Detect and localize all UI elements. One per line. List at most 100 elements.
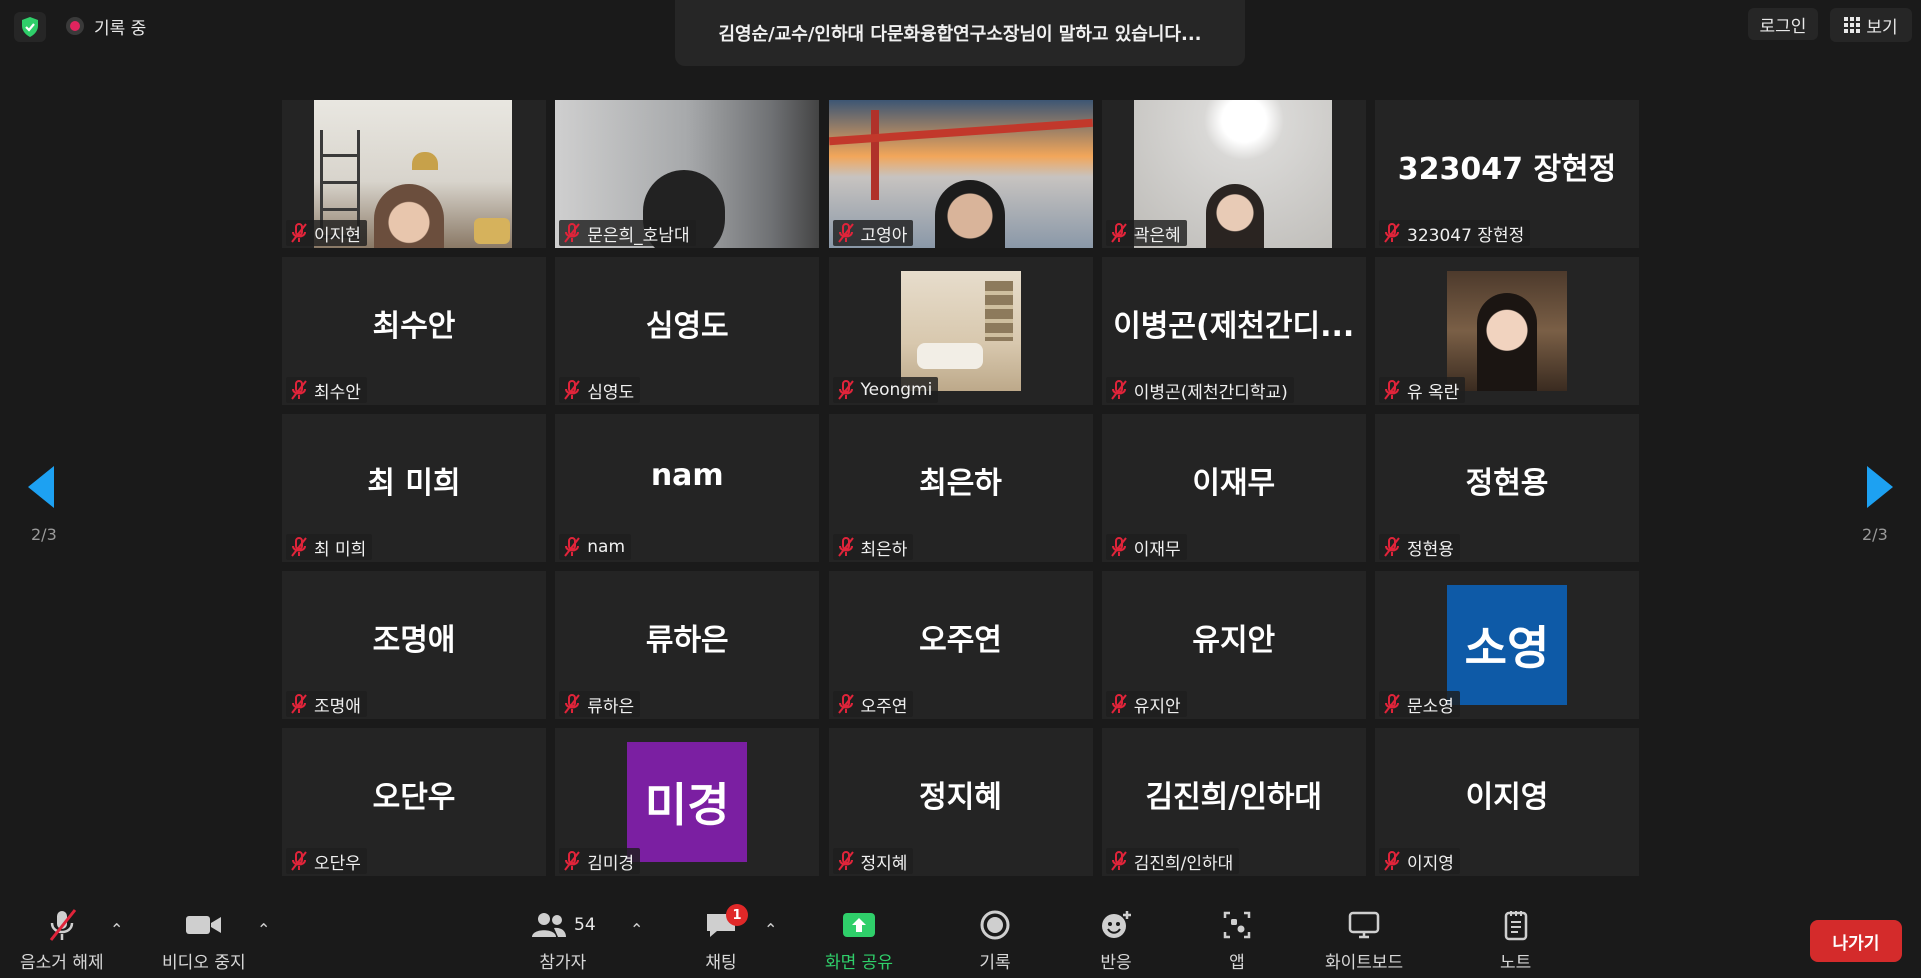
participant-tile[interactable]: 오단우 오단우	[282, 728, 546, 876]
share-screen-button[interactable]: 화면 공유	[825, 908, 893, 973]
participant-name: 최 미희	[314, 539, 367, 560]
page-indicator-right: 2/3	[1862, 525, 1888, 544]
participant-tile[interactable]: 김진희/인하대 김진희/인하대	[1101, 728, 1366, 876]
participant-tile[interactable]: 문은희_호남대	[555, 100, 820, 248]
muted-mic-icon	[837, 694, 854, 714]
participant-tile[interactable]: 고영아	[828, 100, 1093, 248]
unmute-button[interactable]: 음소거 해제	[20, 908, 104, 973]
muted-mic-icon	[1110, 851, 1127, 871]
participant-display-name: 류하은	[645, 623, 729, 658]
participant-tile[interactable]: 정현용 정현용	[1375, 414, 1639, 562]
participant-tile[interactable]: 최 미희 최 미희	[282, 414, 546, 562]
video-options-chevron-up-icon[interactable]: ⌃	[257, 920, 270, 939]
chat-unread-badge: 1	[726, 904, 748, 926]
recording-label: 기록 중	[94, 18, 147, 39]
muted-mic-icon	[837, 223, 854, 243]
leave-meeting-button[interactable]: 나가기	[1810, 920, 1902, 962]
apps-button[interactable]: 앱	[1222, 908, 1252, 973]
participant-name-tag: nam	[559, 534, 632, 560]
participant-name: 이지영	[1407, 853, 1454, 874]
participant-name: 유 옥란	[1407, 382, 1460, 403]
muted-mic-icon	[1110, 694, 1127, 714]
whiteboard-button[interactable]: 화이트보드	[1325, 908, 1403, 973]
view-button[interactable]: 보기	[1830, 8, 1912, 42]
participant-tile[interactable]: Yeongmi	[828, 257, 1093, 405]
participant-name: 곽은혜	[1133, 225, 1181, 246]
participant-name-tag: 최은하	[832, 534, 914, 560]
participant-display-name: 이병곤(제천간디...	[1113, 309, 1355, 344]
participant-name: 정현용	[1407, 539, 1454, 560]
participant-name-tag: 정지혜	[832, 848, 914, 874]
participant-name: 김진희/인하대	[1133, 853, 1234, 874]
muted-mic-icon	[837, 380, 854, 400]
participant-name-tag: 류하은	[559, 691, 641, 717]
participant-tile[interactable]: 류하은 류하은	[555, 571, 820, 719]
muted-mic-icon	[1384, 851, 1400, 871]
participant-tile[interactable]: 정지혜 정지혜	[828, 728, 1093, 876]
participant-tile[interactable]: 이지현	[282, 100, 546, 248]
participant-tile[interactable]: 미경 김미경	[555, 728, 820, 876]
participant-name-tag: 이병곤(제천간디학교)	[1105, 377, 1294, 403]
muted-mic-icon	[564, 223, 581, 243]
recording-indicator[interactable]: 기록 중	[66, 12, 146, 40]
participant-name-tag: 유지안	[1105, 691, 1187, 717]
participant-tile[interactable]: 유지안 유지안	[1101, 571, 1366, 719]
participant-tile[interactable]: 심영도 심영도	[555, 257, 820, 405]
profile-photo	[900, 271, 1021, 391]
participant-tile[interactable]: 곽은혜	[1101, 100, 1366, 248]
participant-tile[interactable]: 323047 장현정 323047 장현정	[1375, 100, 1639, 248]
participant-name-tag: 최 미희	[286, 534, 373, 560]
participant-display-name: 이지영	[1465, 780, 1549, 815]
reactions-button[interactable]: 반응	[1099, 908, 1133, 973]
next-page-arrow-icon[interactable]	[1867, 466, 1893, 508]
participant-name: 심영도	[587, 382, 635, 403]
participant-tile[interactable]: 최수안 최수안	[282, 257, 546, 405]
chat-icon-wrap: 1	[704, 904, 748, 942]
participant-name: 문은희_호남대	[587, 225, 690, 246]
participant-name: 323047 장현정	[1407, 225, 1525, 246]
login-button[interactable]: 로그인	[1748, 8, 1818, 40]
participants-label: 참가자	[539, 953, 587, 973]
participant-tile[interactable]: 조명애 조명애	[282, 571, 546, 719]
participant-tile[interactable]: 최은하 최은하	[828, 414, 1093, 562]
audio-options-chevron-up-icon[interactable]: ⌃	[110, 920, 123, 939]
participant-display-name: 최은하	[919, 466, 1002, 501]
participant-display-name: 조명애	[372, 623, 456, 658]
participant-name-tag: 김미경	[559, 848, 641, 874]
participant-tile[interactable]: 소영 문소영	[1375, 571, 1639, 719]
previous-page-arrow-icon[interactable]	[28, 466, 54, 508]
participant-name-tag: 323047 장현정	[1379, 220, 1531, 246]
participants-button[interactable]: 54 참가자	[530, 908, 596, 973]
participant-name: 최은하	[860, 539, 908, 560]
participant-name: 오주연	[860, 696, 908, 717]
security-shield-icon[interactable]	[14, 12, 46, 42]
page-indicator-left: 2/3	[31, 525, 57, 544]
record-label: 기록	[979, 953, 1011, 973]
participant-name: 류하은	[587, 696, 635, 717]
participant-name-tag: 고영아	[832, 220, 914, 246]
muted-mic-icon	[1384, 694, 1400, 714]
participant-display-name: nam	[650, 458, 724, 493]
stop-video-button[interactable]: 비디오 중지	[162, 908, 246, 973]
participant-tile[interactable]: 이지영 이지영	[1375, 728, 1639, 876]
notes-icon	[1502, 908, 1530, 942]
participant-tile[interactable]: 이병곤(제천간디... 이병곤(제천간디학교)	[1101, 257, 1366, 405]
participant-tile[interactable]: 이재무 이재무	[1101, 414, 1366, 562]
participants-icon-group: 54	[530, 908, 596, 942]
notes-button[interactable]: 노트	[1500, 908, 1531, 973]
muted-microphone-icon	[45, 908, 79, 942]
participant-tile[interactable]: 유 옥란	[1375, 257, 1639, 405]
chat-button[interactable]: 1 채팅	[704, 904, 748, 973]
participant-tile[interactable]: 오주연 오주연	[828, 571, 1093, 719]
participant-name: 고영아	[860, 225, 908, 246]
participant-tile[interactable]: nam nam	[555, 414, 820, 562]
participant-name: nam	[587, 537, 626, 557]
participants-options-chevron-up-icon[interactable]: ⌃	[630, 920, 643, 939]
chat-options-chevron-up-icon[interactable]: ⌃	[764, 920, 777, 939]
muted-mic-icon	[564, 380, 581, 400]
participant-name-tag: 오단우	[286, 848, 367, 874]
participant-name: 최수안	[314, 382, 361, 403]
record-button[interactable]: 기록	[979, 908, 1011, 973]
participant-name-tag: 김진희/인하대	[1105, 848, 1240, 874]
meeting-toolbar: 음소거 해제 ⌃ 비디오 중지 ⌃ 54 참가자 ⌃ 1 채팅 ⌃ 화면 공유	[0, 900, 1921, 978]
